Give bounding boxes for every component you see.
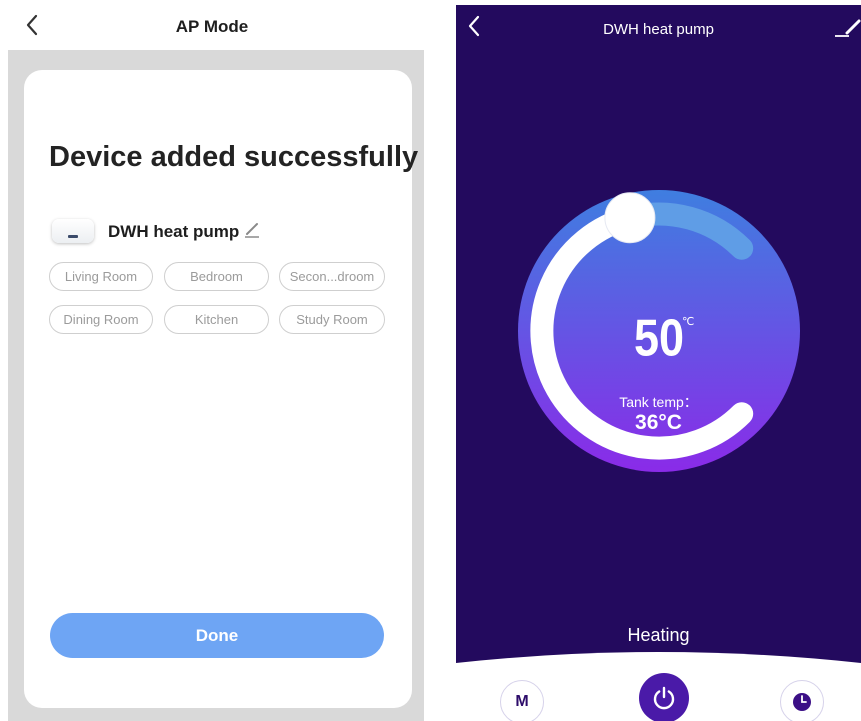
power-button[interactable]	[639, 673, 689, 721]
nav-bar: AP Mode	[0, 0, 424, 50]
room-chip-study-room[interactable]: Study Room	[279, 305, 385, 334]
room-chip-kitchen[interactable]: Kitchen	[164, 305, 269, 334]
pencil-icon	[835, 19, 861, 37]
setpoint-value: 50	[634, 308, 685, 368]
setpoint-unit: ℃	[682, 316, 695, 328]
clock-icon	[793, 693, 811, 711]
dial-knob-icon[interactable]	[604, 192, 656, 244]
room-chip-dining-room[interactable]: Dining Room	[49, 305, 153, 334]
device-title: DWH heat pump	[603, 21, 714, 38]
room-chip-bedroom[interactable]: Bedroom	[164, 262, 269, 291]
tank-temp-label: Tank temp：	[619, 394, 698, 410]
room-chip-living-room[interactable]: Living Room	[49, 262, 153, 291]
mode-button[interactable]: M	[500, 680, 544, 721]
done-button[interactable]: Done	[50, 613, 384, 658]
timer-button[interactable]	[780, 680, 824, 721]
edit-name-button[interactable]	[242, 219, 262, 239]
edit-device-button[interactable]	[833, 15, 861, 41]
ap-mode-screen: AP Mode Device added successfully DWH he…	[0, 0, 424, 721]
room-chip-second-bedroom[interactable]: Secon...droom	[279, 262, 385, 291]
power-icon	[653, 686, 675, 710]
status-text: Heating	[627, 625, 690, 645]
tank-temp-value: 36°C	[635, 411, 682, 434]
pencil-icon	[245, 223, 259, 238]
heat-pump-screen: DWH heat pump 50 ℃ Tank temp： 36°C Heati…	[456, 5, 861, 721]
device-name: DWH heat pump	[108, 222, 240, 241]
page-title: AP Mode	[175, 17, 249, 36]
water-heater-icon	[52, 219, 94, 243]
success-headline: Device added successfully	[49, 141, 419, 173]
